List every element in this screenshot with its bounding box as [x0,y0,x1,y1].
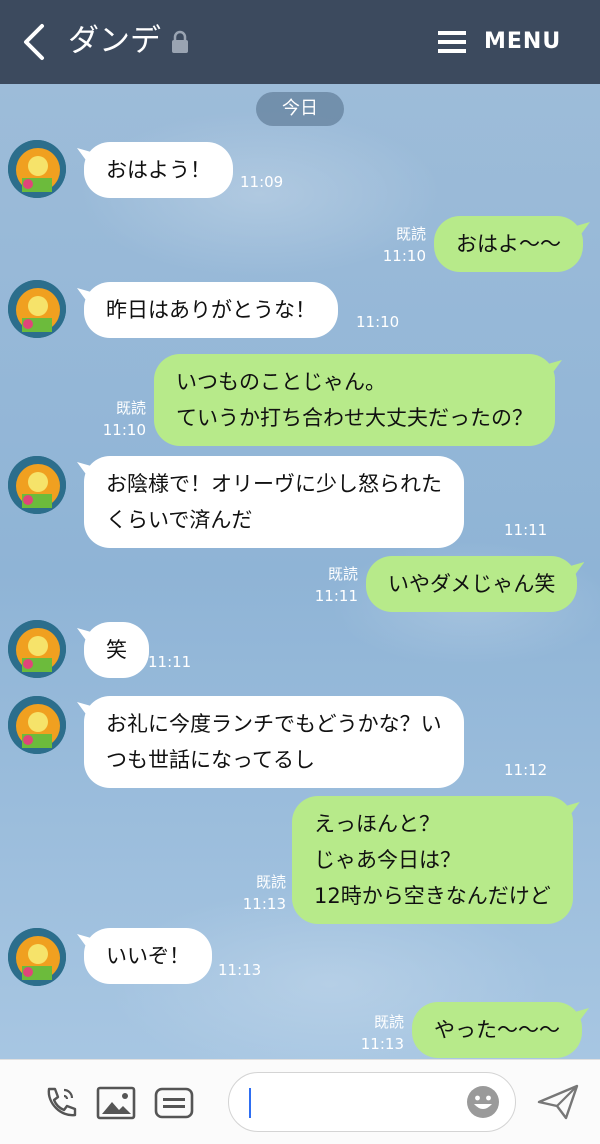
message-time: 11:09 [240,173,284,191]
message-text: やった〜〜〜 [434,1018,560,1042]
message-bubble-incoming[interactable]: お陰様で！オリーヴに少し怒られた くらいで済んだ [84,456,464,548]
message-text: 昨日はありがとうな！ [106,298,316,322]
read-receipt: 既読 [327,565,358,583]
avatar[interactable] [8,280,66,338]
read-receipt: 既読 [373,1013,404,1031]
message-time: 11:11 [314,587,358,605]
text-caret [249,1088,251,1118]
chat-title: ダンデ [68,23,161,59]
message-text: いいぞ！ [106,944,190,968]
message-text: いやダメじゃん笑 [388,572,556,596]
message-bubble-outgoing[interactable]: やった〜〜〜 [412,1002,582,1058]
message-bubble-incoming[interactable]: おはよう！ [84,142,233,198]
avatar-image [8,696,66,754]
message-text: お礼に今度ランチでもどうかな？い [106,712,442,736]
date-separator: 今日 [256,92,344,126]
message-bubble-incoming[interactable]: 昨日はありがとうな！ [84,282,338,338]
hamburger-menu-icon [438,31,466,53]
message-bubble-outgoing[interactable]: えっほんと？ じゃあ今日は？ 12時から空きなんだけど [292,796,573,924]
message-text: お陰様で！オリーヴに少し怒られた [106,472,442,496]
message-text: じゃあ今日は？ [314,848,461,872]
message-bubble-outgoing[interactable]: いやダメじゃん笑 [366,556,578,612]
avatar[interactable] [8,140,66,198]
message-text: 笑 [106,638,127,662]
avatar-image [8,928,66,986]
avatar-image [8,280,66,338]
message-text: 12時から空きなんだけど [314,884,551,908]
message-text: ていうか打ち合わせ大丈夫だったの？ [176,406,533,430]
read-receipt: 既読 [115,399,146,417]
chat-header: ダンデ MENU [0,0,600,84]
avatar-image [8,140,66,198]
avatar[interactable] [8,456,66,514]
input-bar [0,1059,600,1144]
message-time: 11:12 [504,761,548,779]
message-text: えっほんと？ [314,812,440,836]
message-time: 11:13 [360,1035,404,1053]
message-bubble-outgoing[interactable]: いつものことじゃん。 ていうか打ち合わせ大丈夫だったの？ [154,354,555,446]
message-time: 11:13 [242,895,286,913]
message-bubble-incoming[interactable]: お礼に今度ランチでもどうかな？い つも世話になってるし [84,696,464,788]
message-time: 11:10 [356,313,400,331]
avatar[interactable] [8,696,66,754]
message-bubble-outgoing[interactable]: おはよ〜〜 [434,216,583,272]
phone-icon[interactable] [40,1084,80,1122]
message-bubble-incoming[interactable]: 笑 [84,622,149,678]
message-input[interactable] [228,1072,516,1132]
back-arrow-icon[interactable] [18,22,50,62]
chat-area[interactable]: 今日 おはよう！ 11:09 既読 11:10 おはよ〜〜 昨日はありがとうな！… [0,84,600,1059]
avatar[interactable] [8,928,66,986]
avatar-image [8,620,66,678]
message-text: いつものことじゃん。 [176,370,386,394]
menu-button[interactable]: MENU [438,24,578,60]
message-text: おはよう！ [106,158,211,182]
emoji-icon[interactable] [466,1085,500,1119]
message-time: 11:11 [148,653,192,671]
sticker-icon[interactable] [154,1084,194,1122]
menu-label: MENU [484,29,562,54]
avatar-image [8,456,66,514]
avatar[interactable] [8,620,66,678]
message-bubble-incoming[interactable]: いいぞ！ [84,928,212,984]
message-text: くらいで済んだ [106,508,253,532]
message-time: 11:10 [102,421,146,439]
message-text: つも世話になってるし [106,748,315,772]
read-receipt: 既読 [255,873,286,891]
read-receipt: 既読 [395,225,426,243]
send-icon[interactable] [536,1082,580,1122]
message-text: おはよ〜〜 [456,232,561,256]
message-time: 11:11 [504,521,548,539]
message-time: 11:10 [382,247,426,265]
message-time: 11:13 [218,961,262,979]
image-icon[interactable] [96,1084,136,1122]
lock-icon [172,30,188,53]
